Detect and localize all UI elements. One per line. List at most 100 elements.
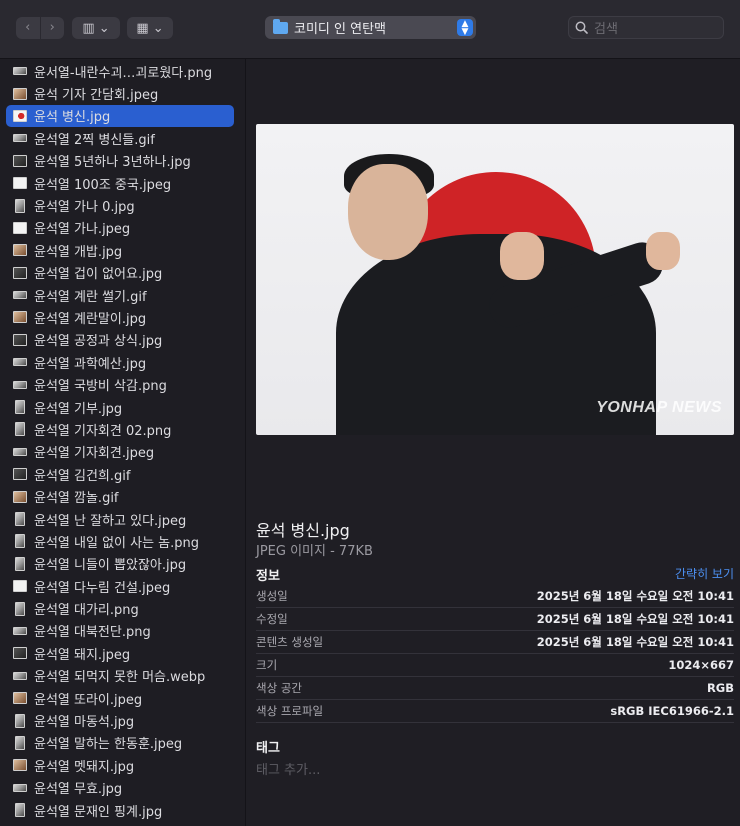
file-item[interactable]: 윤석열 2찍 병신들.gif [0,127,245,149]
image-thumbnail-icon [13,67,27,76]
image-thumbnail-icon [13,468,27,481]
image-thumbnail-icon [13,177,27,190]
file-name: 윤석열 가나 0.jpg [34,200,135,216]
show-less-link[interactable]: 간략히 보기 [675,565,734,582]
file-item[interactable]: 윤석열 대가리.png [0,597,245,619]
info-row: 크기 1024×667 [256,654,734,677]
image-thumbnail-icon [13,333,27,346]
file-item[interactable]: 윤석열 국방비 삭감.png [0,373,245,395]
file-name: 윤석열 기자회견 02.png [34,423,172,439]
file-item[interactable]: 윤석열 개밥.jpg [0,239,245,261]
file-item[interactable]: 윤석열 마동석.jpg [0,709,245,731]
preview-pane: YONHAP NEWS 윤석 병신.jpg JPEG 이미지 - 77KB 정보… [246,59,740,826]
file-item[interactable]: 윤석열 다누림 건설.jpeg [0,575,245,597]
folder-path-popup[interactable]: 코미디 인 연탄맥 ▲ ▼ [265,16,476,39]
file-item[interactable]: 윤서열-내란수괴…괴로웠다.png [0,60,245,82]
image-thumbnail-icon [15,713,25,728]
image-thumbnail-icon [13,626,27,635]
image-thumbnail-icon [15,601,25,616]
file-item[interactable]: 윤석열 공정과 상식.jpg [0,329,245,351]
folder-name: 코미디 인 연탄맥 [294,22,386,37]
file-item[interactable]: 윤석열 계란말이.jpg [0,306,245,328]
search-field[interactable]: 검색 [568,16,724,39]
image-thumbnail-icon [13,244,27,257]
file-name: 윤석열 말하는 한동훈.jpeg [34,737,183,753]
file-item[interactable]: 윤석열 또라이.jpeg [0,687,245,709]
info-key: 생성일 [256,589,288,603]
info-value: 2025년 6월 18일 수요일 오전 10:41 [536,589,734,603]
image-thumbnail-icon [13,671,27,680]
file-name: 윤석열 개밥.jpg [34,244,123,260]
finder-toolbar: ‹ › ▥ ⌄ ▦ ⌄ 코미디 인 연탄맥 ▲ ▼ 검색 [0,0,740,59]
file-item[interactable]: 윤석열 무효.jpg [0,777,245,799]
image-thumbnail-icon [15,803,25,818]
file-item[interactable]: 윤석열 기자회견 02.png [0,418,245,440]
image-thumbnail-icon [13,490,27,503]
info-heading: 정보 [256,569,280,584]
file-item[interactable]: 윤석열 내일 없이 사는 놈.png [0,530,245,552]
tags-heading: 태그 [256,741,280,756]
search-placeholder: 검색 [594,22,618,37]
image-thumbnail-icon [13,692,27,705]
file-name: 윤석열 깜놀.gif [34,491,119,507]
forward-button[interactable]: › [39,17,65,39]
file-item[interactable]: 윤석 기자 간담회.jpeg [0,82,245,104]
file-item[interactable]: 윤석열 과학예산.jpg [0,351,245,373]
info-value: sRGB IEC61966-2.1 [610,704,734,718]
file-name: 윤석열 공정과 상식.jpg [34,334,163,350]
file-name: 윤석열 마동석.jpg [34,715,135,731]
file-name: 윤석열 계란말이.jpg [34,311,147,327]
add-tag-input[interactable]: 태그 추가... [256,759,320,778]
image-thumbnail-icon [13,154,27,167]
image-thumbnail-icon [13,87,27,100]
file-name: 윤석열 내일 없이 사는 놈.png [34,535,200,551]
file-name: 윤석열 계란 썰기.gif [34,289,147,305]
info-key: 색상 프로파일 [256,704,324,718]
file-item[interactable]: 윤석열 깜놀.gif [0,485,245,507]
file-item[interactable]: 윤석열 계란 썰기.gif [0,284,245,306]
file-item[interactable]: 윤석열 기자회견.jpeg [0,441,245,463]
preview-filetype: JPEG 이미지 - 77KB [256,544,373,559]
file-item[interactable]: 윤석열 겁이 없어요.jpg [0,262,245,284]
file-item[interactable]: 윤석열 김건희.gif [0,463,245,485]
file-item[interactable]: 윤석열 되먹지 못한 머슴.webp [0,665,245,687]
file-name: 윤석열 과학예산.jpg [34,356,147,372]
file-item[interactable]: 윤석열 기부.jpg [0,396,245,418]
file-name: 윤석열 국방비 삭감.png [34,379,167,395]
file-list: 윤서열-내란수괴…괴로웠다.png 윤석 기자 간담회.jpeg 윤석 병신.jpg… [0,59,246,826]
file-item[interactable]: 윤석열 말하는 한동훈.jpeg [0,732,245,754]
file-name: 윤석열 무효.jpg [34,782,123,798]
back-button[interactable]: ‹ [16,17,40,39]
group-button[interactable]: ▦ ⌄ [127,17,173,39]
image-thumbnail-icon [13,380,27,389]
image-thumbnail-icon [13,783,27,792]
view-mode-button[interactable]: ▥ ⌄ [72,17,120,39]
file-item[interactable]: 윤석열 난 잘하고 있다.jpeg [0,508,245,530]
file-name: 윤석열 문재인 핑계.jpg [34,804,163,820]
file-item[interactable]: 윤석열 문재인 핑계.jpg [0,799,245,821]
file-name: 윤석열 멧돼지.jpg [34,759,135,775]
file-name: 윤서열-내란수괴…괴로웠다.png [34,65,213,81]
image-thumbnail-icon [13,447,27,456]
file-item[interactable]: 윤석열 멧돼지.jpg [0,754,245,776]
file-name: 윤석열 돼지.jpeg [34,647,131,663]
image-thumbnail-icon [13,580,27,593]
file-item[interactable]: 윤석열 가나 0.jpg [0,194,245,216]
file-item[interactable]: 윤석열 돼지.jpeg [0,642,245,664]
info-key: 콘텐츠 생성일 [256,635,324,649]
file-item[interactable]: 윤석열 가나.jpeg [0,217,245,239]
file-name: 윤석열 대북전단.png [34,625,151,641]
image-thumbnail-icon [13,291,27,300]
file-item[interactable]: 윤석열 대북전단.png [0,620,245,642]
info-key: 색상 공간 [256,681,302,695]
file-name: 윤석열 겁이 없어요.jpg [34,267,163,283]
file-name: 윤석열 또라이.jpeg [34,692,143,708]
image-thumbnail-icon [13,759,27,772]
chevron-updown-icon: ▲ ▼ [457,19,473,36]
file-item[interactable]: 윤석열 100조 중국.jpeg [0,172,245,194]
file-item[interactable]: 윤석열 니들이 뽑았잖아.jpg [0,553,245,575]
file-item[interactable]: 윤석열 5년하나 3년하나.jpg [0,150,245,172]
file-item[interactable]: 윤석 병신.jpg [0,104,245,128]
file-name: 윤석열 되먹지 못한 머슴.webp [34,670,206,686]
image-thumbnail-icon [13,109,27,122]
